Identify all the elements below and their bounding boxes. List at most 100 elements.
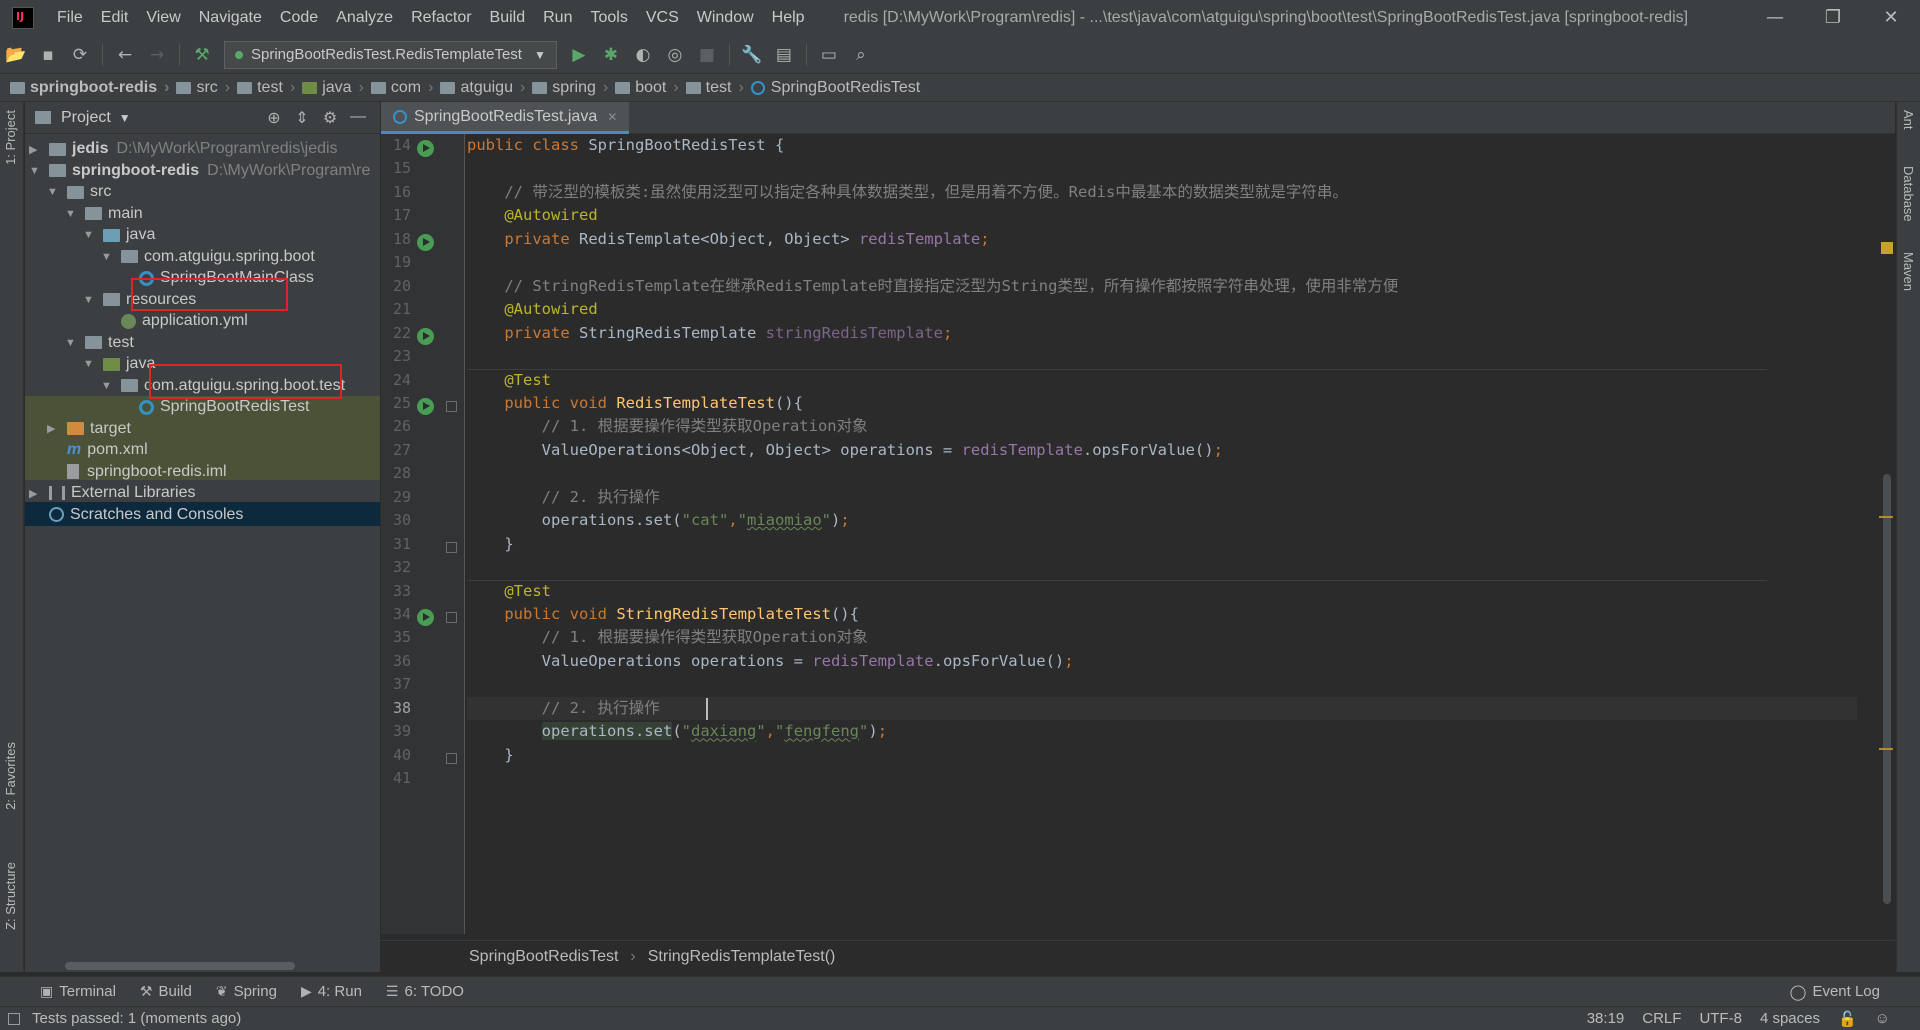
code-editor[interactable]: public class SpringBootRedisTest { // 带泛… xyxy=(467,134,1857,934)
menu-window[interactable]: Window xyxy=(688,9,763,27)
breadcrumb-item[interactable]: test › xyxy=(685,79,751,97)
project-view-title[interactable]: Project xyxy=(61,109,111,127)
breadcrumb-item[interactable]: test › xyxy=(237,79,302,97)
editor-vertical-scrollbar[interactable] xyxy=(1883,474,1891,904)
breadcrumb-item[interactable]: boot › xyxy=(615,79,685,97)
error-stripe-mark[interactable] xyxy=(1879,748,1893,750)
project-horizontal-scrollbar[interactable] xyxy=(65,962,295,970)
expanded-arrow-icon[interactable]: ▼ xyxy=(29,165,43,177)
run-gutter-icon[interactable] xyxy=(417,233,434,251)
open-icon[interactable]: 📂 xyxy=(2,41,30,69)
coverage-icon[interactable]: ◐ xyxy=(629,41,657,69)
code-line[interactable]: public void StringRedisTemplateTest(){ xyxy=(467,603,859,626)
close-button[interactable]: ✕ xyxy=(1862,0,1920,36)
editor-breadcrumb-method[interactable]: StringRedisTemplateTest() xyxy=(648,948,836,966)
database-tool-button[interactable]: Database xyxy=(1901,166,1916,222)
project-structure-icon[interactable]: ▤ xyxy=(770,41,798,69)
expanded-arrow-icon[interactable]: ▼ xyxy=(47,186,61,198)
code-line[interactable]: private RedisTemplate<Object, Object> re… xyxy=(467,228,989,251)
collapse-all-icon[interactable]: ⇕ xyxy=(288,108,316,128)
code-line[interactable]: // 带泛型的模板类:虽然使用泛型可以指定各种具体数据类型，但是用着不方便。Re… xyxy=(467,181,1348,204)
bottom-tool-build[interactable]: ⚒ Build xyxy=(140,983,192,1000)
collapsed-arrow-icon[interactable]: ▶ xyxy=(47,422,61,435)
menu-build[interactable]: Build xyxy=(481,9,535,27)
code-line[interactable]: public class SpringBootRedisTest { xyxy=(467,134,784,157)
collapsed-arrow-icon[interactable]: ▶ xyxy=(29,487,43,500)
line-separator[interactable]: CRLF xyxy=(1642,1010,1681,1028)
build-icon[interactable]: ⚒ xyxy=(188,41,216,69)
run-gutter-icon[interactable] xyxy=(417,327,434,345)
status-message[interactable]: Tests passed: 1 (moments ago) xyxy=(32,1010,241,1027)
debug-icon[interactable]: ✱ xyxy=(597,41,625,69)
code-line[interactable]: @Test xyxy=(467,580,551,603)
code-line[interactable]: operations.set("cat","miaomiao"); xyxy=(467,509,850,532)
menu-file[interactable]: File xyxy=(48,9,92,27)
warning-indicator-icon[interactable] xyxy=(1881,242,1893,254)
bottom-tool-terminal[interactable]: ▣ Terminal xyxy=(40,983,116,1000)
menu-refactor[interactable]: Refactor xyxy=(402,9,480,27)
save-icon[interactable]: ▪ xyxy=(34,41,62,69)
favorites-tool-button[interactable]: 2: Favorites xyxy=(3,742,18,810)
code-line[interactable]: operations.set("daxiang","fengfeng"); xyxy=(467,720,887,743)
menu-tools[interactable]: Tools xyxy=(581,9,636,27)
code-line[interactable]: } xyxy=(467,533,513,556)
caret-position[interactable]: 38:19 xyxy=(1587,1010,1625,1028)
stop-icon[interactable]: ■ xyxy=(693,41,721,69)
restore-button[interactable]: ❐ xyxy=(1804,0,1862,36)
breadcrumb-item[interactable]: java › xyxy=(302,79,371,97)
code-line[interactable]: public void RedisTemplateTest(){ xyxy=(467,392,803,415)
code-line[interactable]: @Autowired xyxy=(467,298,597,321)
expanded-arrow-icon[interactable]: ▼ xyxy=(101,251,115,263)
forward-icon[interactable]: → xyxy=(143,41,171,69)
code-line[interactable]: @Test xyxy=(467,369,551,392)
code-line[interactable]: // StringRedisTemplate在继承RedisTemplate时直… xyxy=(467,275,1398,298)
hide-icon[interactable]: — xyxy=(344,108,372,128)
code-line[interactable]: private StringRedisTemplate stringRedisT… xyxy=(467,322,952,345)
profile-icon[interactable]: ◎ xyxy=(661,41,689,69)
run-gutter-icon[interactable] xyxy=(417,609,434,626)
expanded-arrow-icon[interactable]: ▼ xyxy=(83,294,97,306)
menu-edit[interactable]: Edit xyxy=(92,9,138,27)
tree-item[interactable]: Scratches and Consoles xyxy=(29,502,243,528)
locate-icon[interactable]: ⊕ xyxy=(260,108,288,128)
lock-icon[interactable]: 🔓 xyxy=(1838,1010,1857,1028)
structure-tool-button[interactable]: Z: Structure xyxy=(3,862,18,930)
code-line[interactable]: } xyxy=(467,744,513,767)
error-stripe-mark[interactable] xyxy=(1879,516,1893,518)
minimize-button[interactable]: — xyxy=(1746,0,1804,36)
collapsed-arrow-icon[interactable]: ▶ xyxy=(29,143,43,156)
project-tool-button[interactable]: 1: Project xyxy=(3,110,18,165)
fold-marker-icon[interactable] xyxy=(446,400,457,412)
menu-analyze[interactable]: Analyze xyxy=(327,9,402,27)
code-line[interactable]: // 1. 根据要操作得类型获取Operation对象 xyxy=(467,626,868,649)
file-encoding[interactable]: UTF-8 xyxy=(1699,1010,1742,1028)
breadcrumb-item[interactable]: SpringBootRedisTest xyxy=(750,79,920,97)
editor-gutter[interactable]: 14 15 16 17 18 19 20 21 22 23 24 25 26 27 28 29 30 31 32 33… xyxy=(381,134,465,934)
close-tab-icon[interactable]: ✕ xyxy=(607,110,617,124)
menu-view[interactable]: View xyxy=(137,9,189,27)
ant-tool-button[interactable]: Ant xyxy=(1901,110,1916,130)
menu-navigate[interactable]: Navigate xyxy=(190,9,271,27)
expanded-arrow-icon[interactable]: ▼ xyxy=(101,380,115,392)
run-gutter-icon[interactable] xyxy=(417,397,434,415)
tool-windows-toggle-icon[interactable] xyxy=(8,1012,20,1025)
search-icon[interactable]: ⌕ xyxy=(847,41,875,69)
bottom-tool-spring[interactable]: ❦ Spring xyxy=(216,983,277,1000)
bottom-tool-4-run[interactable]: ▶ 4: Run xyxy=(301,983,362,1000)
run-icon[interactable]: ▶ xyxy=(565,41,593,69)
back-icon[interactable]: ← xyxy=(111,41,139,69)
gear-icon[interactable]: ⚙ xyxy=(316,108,344,128)
bottom-tool-6-todo[interactable]: ☰ 6: TODO xyxy=(386,983,464,1000)
code-line[interactable]: ValueOperations operations = redisTempla… xyxy=(467,650,1074,673)
chevron-down-icon[interactable]: ▼ xyxy=(119,111,131,125)
event-log-button[interactable]: ◯ Event Log xyxy=(1790,983,1880,1001)
breadcrumb-item[interactable]: com › xyxy=(370,79,441,97)
menu-run[interactable]: Run xyxy=(534,9,581,27)
breadcrumb-item[interactable]: spring › xyxy=(532,79,615,97)
sync-icon[interactable]: ⟳ xyxy=(66,41,94,69)
fold-marker-icon[interactable] xyxy=(446,612,457,623)
terminal-icon[interactable]: ▭ xyxy=(815,41,843,69)
code-line[interactable]: // 2. 执行操作 xyxy=(467,486,660,509)
maven-tool-button[interactable]: Maven xyxy=(1901,252,1916,291)
expanded-arrow-icon[interactable]: ▼ xyxy=(65,337,79,349)
